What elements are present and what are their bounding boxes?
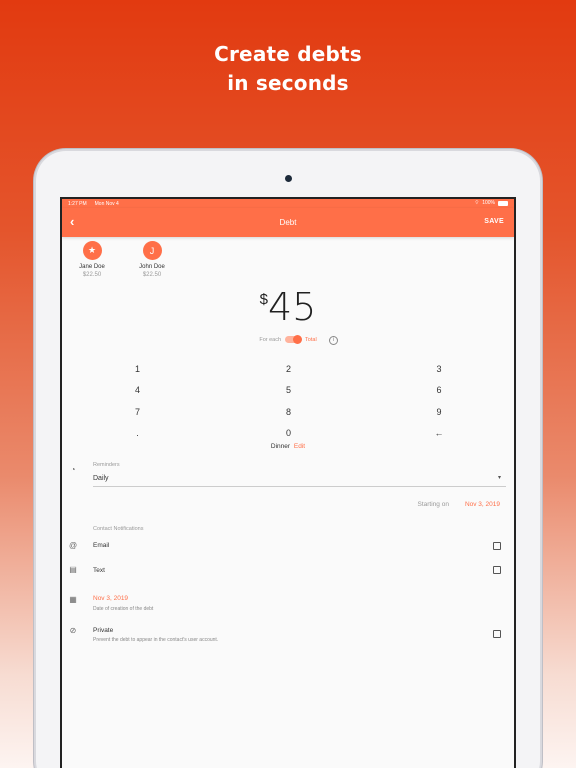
avatar: J (142, 241, 162, 260)
keypad: 1 2 3 4 5 6 7 8 9 . 0 ← (62, 359, 514, 444)
info-icon[interactable]: i (329, 336, 338, 345)
reminders-underline (93, 486, 506, 487)
total-label: Total (305, 336, 317, 343)
key-decimal[interactable]: . (62, 423, 213, 444)
amount-display: $45 (62, 287, 514, 327)
key-4[interactable]: 4 (62, 380, 213, 401)
key-5[interactable]: 5 (213, 380, 364, 401)
backspace-key[interactable]: ← (364, 423, 514, 444)
key-0[interactable]: 0 (213, 423, 364, 444)
back-icon[interactable]: ‹ (70, 215, 74, 228)
starting-on-label: Starting on (417, 501, 449, 508)
calendar-icon: ▦ (69, 595, 77, 604)
text-label: Text (93, 567, 105, 574)
eye-off-icon: ⊘ (69, 626, 77, 635)
status-time: 1:27 PM (68, 200, 87, 207)
for-each-label: For each (259, 336, 282, 343)
contact-list: ★ Jane Doe $22.50 J John Doe $22.50 (72, 241, 172, 279)
tag-label: Dinner (270, 443, 291, 450)
battery-label: 100% (482, 200, 495, 206)
app-bar: ‹ Debt SAVE (62, 208, 514, 237)
headline-line-1: Create debts (214, 42, 362, 66)
camera-icon (285, 175, 292, 182)
tag-row: Dinner Edit (62, 443, 514, 450)
key-3[interactable]: 3 (364, 359, 514, 380)
key-7[interactable]: 7 (62, 402, 213, 423)
starting-on-row: Starting on Nov 3, 2019 (418, 501, 501, 508)
reminders-select[interactable]: Daily (93, 475, 109, 482)
key-9[interactable]: 9 (364, 402, 514, 423)
tablet-frame: 1:27 PM Mon Nov 4 ⌔ 100% ‹ Debt SAVE ★ J… (36, 151, 540, 768)
split-toggle-row: For each Total (62, 335, 514, 344)
private-label: Private (93, 627, 114, 634)
key-8[interactable]: 8 (213, 402, 364, 423)
at-sign-icon: @ (68, 541, 78, 550)
creation-date[interactable]: Nov 3, 2019 (93, 595, 128, 602)
timer-icon: ◔ (70, 465, 76, 474)
currency-symbol: $ (259, 291, 268, 308)
contact-name: John Doe (139, 264, 165, 270)
save-button[interactable]: SAVE (484, 218, 504, 225)
private-subtitle: Prevent the debt to appear in the contac… (93, 637, 219, 643)
amount-value: 45 (267, 285, 317, 329)
key-1[interactable]: 1 (62, 359, 213, 380)
edit-tag-link[interactable]: Edit (294, 443, 305, 450)
split-toggle[interactable] (285, 335, 303, 344)
key-2[interactable]: 2 (213, 359, 364, 380)
contact-notifications-header: Contact Notifications (93, 526, 144, 532)
wifi-icon: ⌔ (474, 200, 480, 206)
headline: Create debts in seconds (0, 40, 576, 98)
status-bar: 1:27 PM Mon Nov 4 ⌔ 100% (62, 199, 514, 208)
contact-item-jane[interactable]: ★ Jane Doe $22.50 (72, 241, 112, 279)
creation-date-subtitle: Date of creation of the debt (93, 606, 154, 612)
battery-icon (498, 200, 508, 206)
key-6[interactable]: 6 (364, 380, 514, 401)
chevron-down-icon[interactable]: ▾ (498, 474, 501, 481)
status-date: Mon Nov 4 (94, 200, 119, 207)
message-icon: ▤ (69, 565, 77, 574)
reminders-label: Reminders (93, 462, 120, 468)
email-label: Email (93, 542, 110, 549)
contact-name: Jane Doe (79, 264, 105, 270)
text-checkbox[interactable] (493, 566, 501, 574)
headline-line-2: in seconds (227, 71, 349, 95)
private-checkbox[interactable] (493, 630, 501, 638)
starting-date[interactable]: Nov 3, 2019 (465, 501, 500, 508)
email-checkbox[interactable] (493, 542, 501, 550)
contact-amount: $22.50 (142, 272, 162, 278)
page-title: Debt (279, 218, 297, 227)
app-screen: 1:27 PM Mon Nov 4 ⌔ 100% ‹ Debt SAVE ★ J… (60, 197, 516, 768)
star-icon: ★ (82, 241, 102, 260)
contact-item-john[interactable]: J John Doe $22.50 (132, 241, 172, 279)
contact-amount: $22.50 (82, 272, 102, 278)
